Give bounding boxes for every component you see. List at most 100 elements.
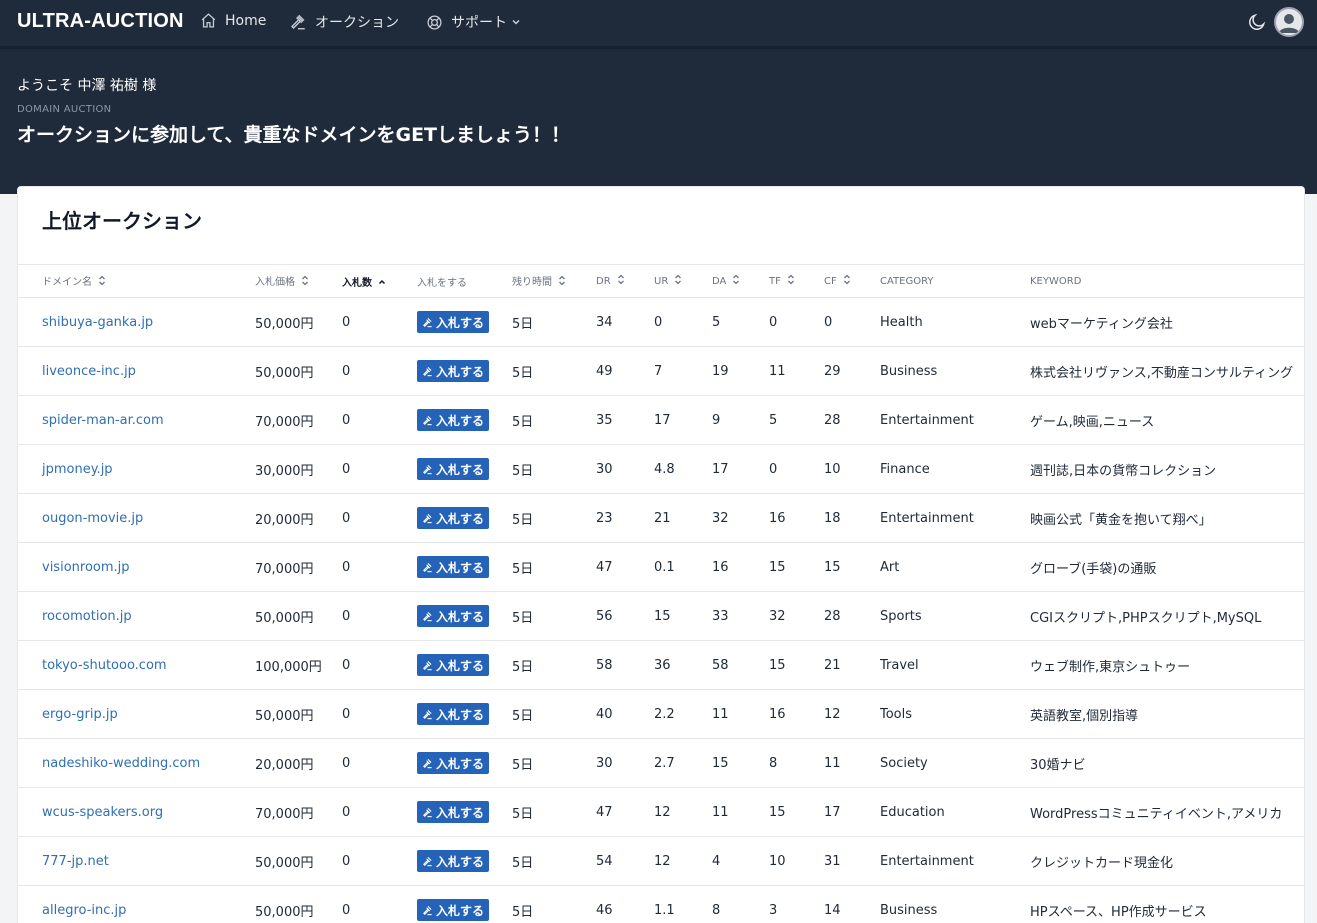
- bid-button-label: 入札する: [436, 315, 485, 330]
- bid-button[interactable]: 入札する: [417, 556, 490, 578]
- bid-button[interactable]: 入札する: [417, 654, 490, 676]
- bid-button-label: 入札する: [436, 560, 485, 575]
- bid-price: 70,000円: [255, 414, 314, 430]
- domain-link[interactable]: allegro-inc.jp: [18, 886, 255, 923]
- bid-count: 0: [342, 559, 351, 575]
- keyword-cell: 株式会社リヴァンス,不動産コンサルティング: [1030, 365, 1294, 381]
- domain-link[interactable]: visionroom.jp: [18, 543, 255, 592]
- category-cell: Entertainment: [880, 510, 974, 526]
- gavel-icon: [423, 464, 432, 474]
- bid-count: 0: [342, 314, 351, 330]
- domain-link[interactable]: ergo-grip.jp: [18, 690, 255, 739]
- bid-cell: 入札する: [417, 690, 512, 739]
- bid-price: 20,000円: [255, 512, 314, 528]
- da-value: 9: [712, 412, 721, 428]
- bid-button[interactable]: 入札する: [417, 703, 490, 725]
- column-header[interactable]: 入札価格: [255, 265, 342, 298]
- bid-count: 0: [342, 804, 351, 820]
- sort-icon[interactable]: [732, 274, 740, 288]
- nav-support-dropdown[interactable]: サポート: [426, 12, 529, 32]
- tf-value: 11: [769, 363, 786, 379]
- cf-value: 29: [824, 363, 841, 379]
- dr-value: 30: [596, 755, 613, 771]
- domain-link[interactable]: nadeshiko-wedding.com: [18, 739, 255, 788]
- bid-button-label: 入札する: [436, 707, 485, 722]
- sort-icon[interactable]: [674, 274, 682, 288]
- sort-ascending-icon[interactable]: [378, 278, 386, 288]
- bid-button[interactable]: 入札する: [417, 409, 490, 431]
- bid-count: 0: [342, 363, 351, 379]
- bid-cell: 入札する: [417, 396, 512, 445]
- bid-button[interactable]: 入札する: [417, 605, 490, 627]
- top-navbar: ULTRA-AUCTION Home オークション サポート: [0, 0, 1317, 46]
- user-avatar[interactable]: [1274, 7, 1304, 37]
- table-row: rocomotion.jp 50,000円 0 入札する 5日 56 15 33 32 28 Spo…: [18, 592, 1304, 641]
- column-header[interactable]: ドメイン名: [18, 265, 255, 298]
- home-icon: [201, 13, 216, 28]
- sort-icon[interactable]: [787, 274, 795, 288]
- chevron-down-icon: [512, 19, 520, 25]
- gavel-icon: [423, 317, 432, 327]
- column-header-label: DR: [596, 276, 611, 287]
- bid-button[interactable]: 入札する: [417, 311, 490, 333]
- domain-link[interactable]: tokyo-shutooo.com: [18, 641, 255, 690]
- domain-link[interactable]: wcus-speakers.org: [18, 788, 255, 837]
- domain-link[interactable]: liveonce-inc.jp: [18, 347, 255, 396]
- column-header[interactable]: 残り時間: [512, 265, 596, 298]
- nav-home-label: Home: [225, 12, 267, 29]
- column-header[interactable]: UR: [654, 265, 712, 298]
- column-header[interactable]: 入札数: [342, 265, 417, 298]
- cf-value: 28: [824, 412, 841, 428]
- ur-value: 2.2: [654, 706, 675, 722]
- bid-button[interactable]: 入札する: [417, 801, 490, 823]
- domain-link[interactable]: jpmoney.jp: [18, 445, 255, 494]
- sort-icon[interactable]: [617, 274, 625, 288]
- bid-button-label: 入札する: [436, 413, 485, 428]
- time-remaining: 5日: [512, 414, 534, 430]
- sort-icon[interactable]: [558, 275, 566, 289]
- bid-cell: 入札する: [417, 641, 512, 690]
- cf-value: 15: [824, 559, 841, 575]
- bid-button[interactable]: 入札する: [417, 507, 490, 529]
- time-remaining: 5日: [512, 855, 534, 871]
- bid-price: 70,000円: [255, 561, 314, 577]
- ur-value: 21: [654, 510, 671, 526]
- ur-value: 0: [654, 314, 663, 330]
- bid-button[interactable]: 入札する: [417, 360, 490, 382]
- bid-button[interactable]: 入札する: [417, 752, 490, 774]
- domain-link[interactable]: rocomotion.jp: [18, 592, 255, 641]
- category-cell: Tools: [880, 706, 913, 722]
- cf-value: 21: [824, 657, 841, 673]
- column-header[interactable]: DA: [712, 265, 769, 298]
- dr-value: 23: [596, 510, 613, 526]
- bid-button[interactable]: 入札する: [417, 899, 490, 921]
- column-header-label: CATEGORY: [880, 275, 934, 287]
- nav-auction-link[interactable]: オークション: [289, 12, 399, 32]
- bid-price: 100,000円: [255, 659, 322, 675]
- moon-icon[interactable]: [1247, 12, 1267, 32]
- column-header[interactable]: DR: [596, 265, 654, 298]
- category-cell: Sports: [880, 608, 922, 624]
- time-remaining: 5日: [512, 365, 534, 381]
- column-header[interactable]: CF: [824, 265, 880, 298]
- sort-icon[interactable]: [843, 274, 851, 288]
- da-value: 15: [712, 755, 729, 771]
- table-row: liveonce-inc.jp 50,000円 0 入札する 5日 49 7 19 11 29 Bu…: [18, 347, 1304, 396]
- sort-icon[interactable]: [98, 275, 106, 289]
- dr-value: 34: [596, 314, 613, 330]
- domain-link[interactable]: 777-jp.net: [18, 837, 255, 886]
- bid-button[interactable]: 入札する: [417, 458, 490, 480]
- da-value: 5: [712, 314, 721, 330]
- domain-link[interactable]: shibuya-ganka.jp: [18, 298, 255, 347]
- sort-icon[interactable]: [301, 275, 309, 289]
- domain-link[interactable]: ougon-movie.jp: [18, 494, 255, 543]
- nav-home-link[interactable]: Home: [200, 12, 266, 29]
- bid-cell: 入札する: [417, 788, 512, 837]
- column-header[interactable]: TF: [769, 265, 824, 298]
- brand-logo[interactable]: ULTRA-AUCTION: [17, 10, 184, 33]
- domain-link[interactable]: spider-man-ar.com: [18, 396, 255, 445]
- time-remaining: 5日: [512, 659, 534, 675]
- bid-button[interactable]: 入札する: [417, 850, 490, 872]
- bid-cell: 入札する: [417, 739, 512, 788]
- tf-value: 5: [769, 412, 778, 428]
